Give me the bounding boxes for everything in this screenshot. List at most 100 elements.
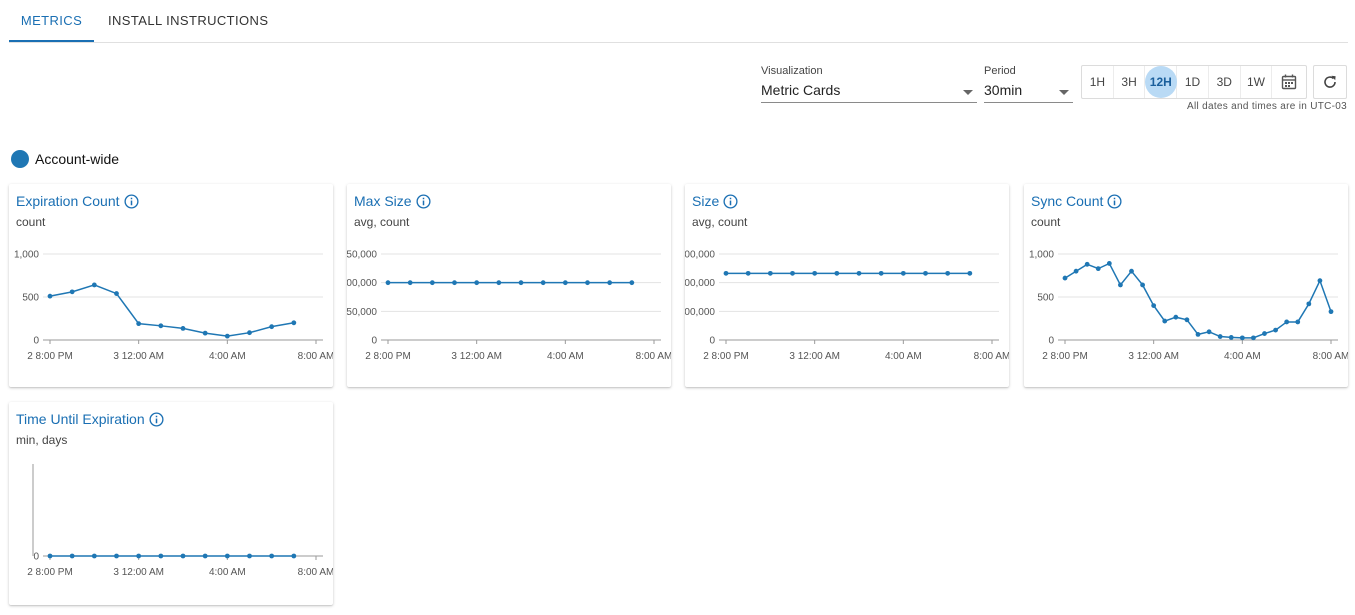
y-tick-label: 750,000	[347, 250, 377, 261]
y-tick-label: 0	[33, 336, 39, 347]
data-point	[1217, 334, 1223, 339]
data-point	[1129, 268, 1134, 274]
data-point	[1317, 278, 1323, 284]
data-point	[945, 270, 951, 276]
series-line	[49, 284, 294, 337]
x-tick-label: 4:00 AM	[547, 351, 584, 362]
legend-label: Account-wide	[35, 151, 120, 167]
x-tick-label: 8:00 AM	[298, 567, 333, 578]
data-point	[1073, 268, 1079, 274]
y-tick-label: 250,000	[347, 307, 377, 318]
chart-expiration-count: 0 500 1,000 2 8:00 PM 3 12:00 AM 4:00 AM 8:00 …	[14, 250, 333, 363]
range-button-1d[interactable]: 1D	[1177, 66, 1209, 98]
legend-account-wide[interactable]: Account-wide	[11, 149, 119, 169]
x-tick-label: 3 12:00 AM	[113, 567, 164, 578]
x-tick-label: 3 12:00 AM	[451, 351, 502, 362]
visualization-select[interactable]: Metric Cards	[761, 81, 977, 103]
data-point	[269, 324, 275, 330]
data-point	[247, 553, 252, 559]
data-point	[407, 280, 413, 286]
data-point	[47, 553, 53, 559]
data-point	[856, 270, 862, 276]
card-title[interactable]: Max Size	[354, 193, 431, 209]
tab-bar: METRICS INSTALL INSTRUCTIONS	[9, 0, 1348, 43]
timezone-note: All dates and times are in UTC-03	[1187, 101, 1347, 112]
range-button-3d[interactable]: 3D	[1209, 66, 1241, 98]
data-point	[540, 280, 546, 286]
card-subtitle: avg, count	[354, 215, 410, 229]
legend-swatch	[11, 150, 29, 168]
data-point	[790, 270, 795, 276]
range-button-3h[interactable]: 3H	[1114, 66, 1146, 98]
data-point	[812, 270, 818, 276]
x-tick-label: 3 12:00 AM	[113, 351, 164, 362]
calendar-icon	[1281, 74, 1297, 90]
refresh-button[interactable]	[1313, 65, 1347, 99]
data-point	[202, 330, 208, 336]
y-tick-label: 400,000	[685, 278, 715, 289]
period-select[interactable]: 30min	[984, 81, 1073, 103]
info-icon[interactable]	[416, 193, 431, 209]
card-title[interactable]: Expiration Count	[16, 193, 139, 209]
chevron-down-icon	[963, 90, 973, 95]
time-range-group: 1H 3H 12H 1D 3D 1W	[1081, 65, 1307, 99]
tab-install-instructions[interactable]: INSTALL INSTRUCTIONS	[108, 0, 268, 42]
data-point	[518, 280, 524, 286]
info-icon[interactable]	[123, 193, 139, 209]
data-point	[452, 280, 457, 286]
data-point	[1173, 314, 1179, 320]
range-button-12h[interactable]: 12H	[1145, 66, 1178, 98]
x-tick-label: 8:00 AM	[298, 351, 333, 362]
data-point	[224, 333, 230, 339]
range-button-1w[interactable]: 1W	[1241, 66, 1273, 98]
card-title[interactable]: Time Until Expiration	[16, 411, 164, 427]
calendar-button[interactable]	[1272, 66, 1306, 98]
period-label: Period	[984, 65, 1016, 77]
tab-metrics[interactable]: METRICS	[9, 0, 94, 42]
range-button-1h[interactable]: 1H	[1082, 66, 1114, 98]
data-point	[91, 553, 97, 559]
info-icon[interactable]	[723, 193, 738, 209]
data-point	[1239, 335, 1245, 341]
card-subtitle: min, days	[16, 433, 68, 447]
data-point	[1195, 332, 1201, 337]
x-tick-label: 3 12:00 AM	[789, 351, 840, 362]
data-point	[180, 553, 186, 559]
data-point	[247, 330, 252, 336]
metric-card-sync-count: 0 500 1,000 2 8:00 PM 3 12:00 AM 4:00 AM 8:00 …	[1024, 184, 1348, 387]
data-point	[878, 270, 884, 276]
data-point	[291, 553, 297, 559]
period-value: 30min	[984, 82, 1023, 98]
data-point	[1151, 303, 1157, 308]
data-point	[923, 270, 928, 276]
data-point	[1262, 331, 1267, 336]
x-tick-label: 3 12:00 AM	[1128, 351, 1179, 362]
data-point	[1251, 335, 1256, 341]
data-point	[1084, 261, 1090, 267]
card-title[interactable]: Size	[692, 193, 738, 209]
data-point	[745, 270, 751, 276]
data-point	[1095, 266, 1101, 272]
data-point	[1118, 282, 1123, 288]
data-point	[1206, 329, 1212, 335]
data-point	[496, 280, 502, 286]
info-icon[interactable]	[149, 411, 164, 427]
x-tick-label: 2 8:00 PM	[1042, 351, 1088, 362]
metric-card-size: 0 200,000 400,000 600,000 2 8:00 PM 3 12:00 A…	[685, 184, 1009, 387]
y-tick-label: 0	[709, 336, 715, 347]
x-tick-label: 2 8:00 PM	[27, 351, 73, 362]
data-point	[1140, 282, 1145, 288]
data-point	[1184, 317, 1190, 323]
data-point	[1273, 327, 1278, 333]
card-title[interactable]: Sync Count	[1031, 193, 1122, 209]
data-point	[429, 280, 435, 286]
y-tick-label: 0	[1048, 336, 1054, 347]
data-point	[723, 270, 729, 276]
data-point	[1228, 335, 1234, 340]
data-point	[158, 323, 164, 329]
info-icon[interactable]	[1107, 193, 1122, 209]
metric-card-expiration-count: 0 500 1,000 2 8:00 PM 3 12:00 AM 4:00 AM 8:00 …	[9, 184, 333, 387]
y-tick-label: 500	[22, 293, 39, 304]
y-tick-label: 200,000	[685, 307, 715, 318]
y-tick-label: 1,000	[1029, 250, 1054, 261]
